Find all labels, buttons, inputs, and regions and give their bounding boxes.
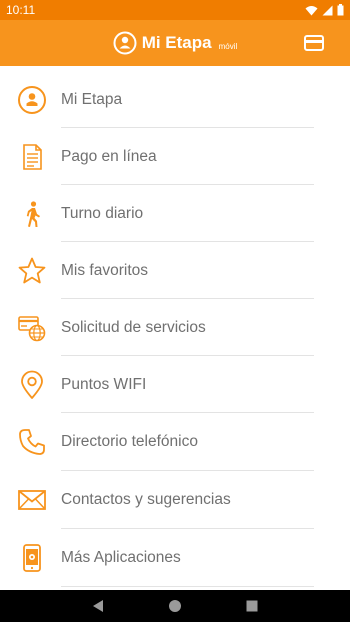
menu-item-label: Contactos y sugerencias (61, 490, 231, 508)
system-navigation-bar (0, 590, 350, 622)
wifi-icon (305, 5, 318, 15)
battery-icon (337, 4, 344, 16)
menu-item-directorio-telefonico[interactable]: Directorio telefónico (0, 413, 350, 470)
menu-item-mas-aplicaciones[interactable]: Más Aplicaciones (0, 529, 350, 586)
menu-item-label: Mis favoritos (61, 261, 148, 279)
mobile-app-icon (17, 543, 47, 573)
credit-card-icon[interactable] (304, 34, 324, 52)
menu-item-pago-en-linea[interactable]: Pago en línea (0, 128, 350, 185)
menu-item-mis-favoritos[interactable]: Mis favoritos (0, 242, 350, 299)
navigation-drawer: Mi Etapa Pago en línea Turno diario Mis … (0, 66, 350, 590)
envelope-icon (17, 485, 47, 515)
walking-person-icon (17, 199, 47, 229)
back-icon[interactable] (91, 599, 105, 613)
menu-item-label: Turno diario (61, 204, 144, 222)
phone-icon (17, 427, 47, 457)
menu-divider (61, 586, 314, 587)
menu-item-label: Solicitud de servicios (61, 318, 206, 336)
app-subtitle: móvil (218, 41, 238, 51)
location-pin-icon (17, 370, 47, 400)
app-bar: Mi Etapa móvil (0, 20, 350, 66)
status-bar: 10:11 (0, 0, 350, 20)
signal-icon (322, 5, 333, 15)
user-circle-icon (17, 85, 47, 115)
menu-item-label: Directorio telefónico (61, 432, 198, 450)
menu-item-solicitud-de-servicios[interactable]: Solicitud de servicios (0, 299, 350, 356)
menu-item-turno-diario[interactable]: Turno diario (0, 185, 350, 242)
user-circle-logo-icon (113, 31, 137, 55)
menu-item-label: Puntos WIFI (61, 375, 147, 393)
star-icon (17, 256, 47, 286)
menu-item-contactos-y-sugerencias[interactable]: Contactos y sugerencias (0, 471, 350, 528)
card-globe-icon (17, 313, 47, 343)
menu-item-puntos-wifi[interactable]: Puntos WIFI (0, 356, 350, 413)
home-icon[interactable] (168, 599, 182, 613)
status-icons (305, 4, 344, 16)
menu-item-label: Mi Etapa (61, 90, 123, 108)
app-title: Mi Etapa (141, 33, 212, 52)
document-icon (17, 142, 47, 172)
menu-item-label: Más Aplicaciones (61, 548, 181, 566)
recents-icon[interactable] (245, 599, 259, 613)
app-logo: Mi Etapa móvil (113, 31, 238, 55)
menu-item-label: Pago en línea (61, 147, 157, 165)
status-time: 10:11 (6, 3, 36, 17)
menu-item-mi-etapa[interactable]: Mi Etapa (0, 71, 350, 128)
